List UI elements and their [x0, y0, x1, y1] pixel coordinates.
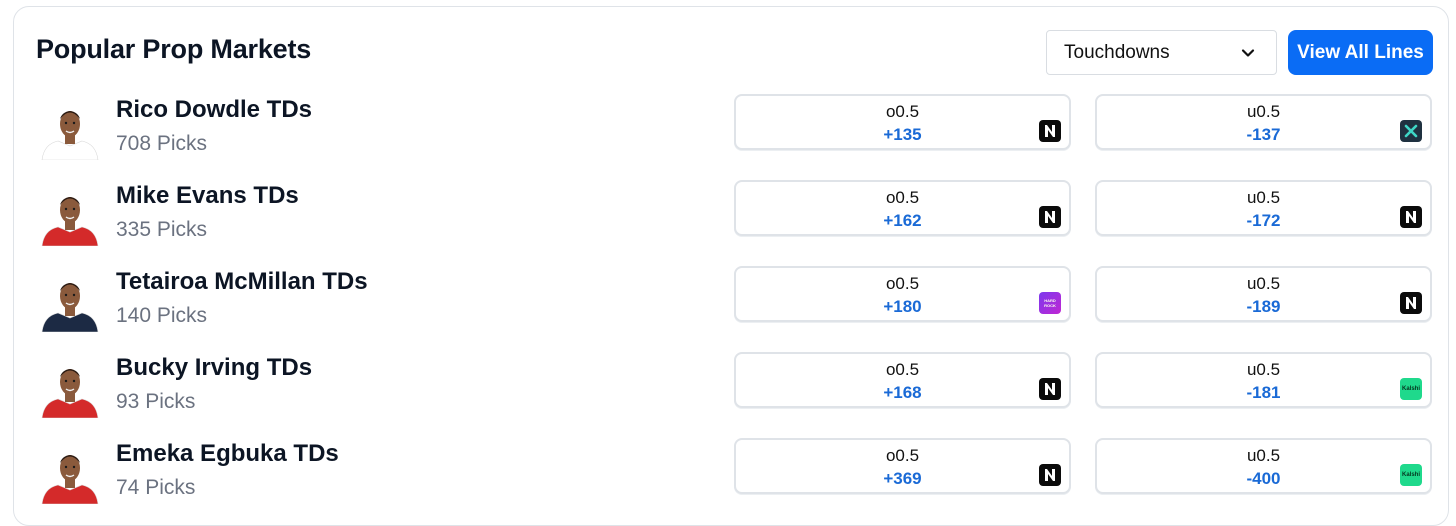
prop-row: Mike Evans TDs 335 Picks o0.5 +162 u0.5 -172	[0, 180, 1456, 266]
under-line: u0.5	[1246, 360, 1281, 379]
prop-row: Rico Dowdle TDs 708 Picks o0.5 +135 u0.5 -137	[0, 94, 1456, 180]
under-line: u0.5	[1246, 102, 1281, 121]
novig-logo	[1400, 292, 1422, 314]
prophet-x-logo	[1400, 120, 1422, 142]
over-odds: +162	[883, 211, 922, 230]
over-bet-button[interactable]: o0.5 +135	[734, 94, 1071, 150]
player-prop-name[interactable]: Bucky Irving TDs	[116, 354, 312, 382]
player-prop-name[interactable]: Mike Evans TDs	[116, 182, 299, 210]
over-bet-button[interactable]: o0.5 +168	[734, 352, 1071, 408]
over-line: o0.5	[885, 274, 920, 293]
under-odds: -189	[1246, 297, 1281, 316]
view-all-lines-button[interactable]: View All Lines	[1288, 30, 1433, 75]
player-headshot	[41, 283, 99, 332]
player-headshot	[41, 197, 99, 246]
over-line: o0.5	[885, 446, 920, 465]
under-odds: -137	[1246, 125, 1281, 144]
player-headshot	[41, 111, 99, 160]
picks-count: 140 Picks	[116, 304, 208, 327]
kalshi-logo: Kalshi	[1400, 378, 1422, 400]
over-bet-button[interactable]: o0.5 +180 HARD ROCK	[734, 266, 1071, 322]
over-odds: +135	[883, 125, 922, 144]
under-odds: -400	[1246, 469, 1281, 488]
under-bet-button[interactable]: u0.5 -172	[1095, 180, 1432, 236]
under-line: u0.5	[1246, 274, 1281, 293]
under-line: u0.5	[1246, 446, 1281, 465]
novig-logo	[1039, 464, 1061, 486]
chevron-down-icon	[1241, 49, 1255, 57]
kalshi-logo: Kalshi	[1400, 464, 1422, 486]
under-bet-button[interactable]: u0.5 -400 Kalshi	[1095, 438, 1432, 494]
player-prop-name[interactable]: Rico Dowdle TDs	[116, 96, 312, 124]
hard-rock-bet-logo: HARD ROCK	[1039, 292, 1061, 314]
under-line: u0.5	[1246, 188, 1281, 207]
over-line: o0.5	[885, 102, 920, 121]
over-bet-button[interactable]: o0.5 +162	[734, 180, 1071, 236]
over-bet-button[interactable]: o0.5 +369	[734, 438, 1071, 494]
prop-row: Emeka Egbuka TDs 74 Picks o0.5 +369 u0.5 -400…	[0, 438, 1456, 524]
under-bet-button[interactable]: u0.5 -181 Kalshi	[1095, 352, 1432, 408]
over-odds: +180	[883, 297, 922, 316]
market-type-select[interactable]: Touchdowns	[1046, 30, 1277, 75]
picks-count: 335 Picks	[116, 218, 208, 241]
novig-logo	[1039, 120, 1061, 142]
section-title: Popular Prop Markets	[36, 34, 312, 64]
novig-logo	[1039, 206, 1061, 228]
player-headshot	[41, 455, 99, 504]
under-odds: -181	[1246, 383, 1281, 402]
prop-row: Bucky Irving TDs 93 Picks o0.5 +168 u0.5 -181…	[0, 352, 1456, 438]
over-odds: +168	[883, 383, 922, 402]
under-bet-button[interactable]: u0.5 -137	[1095, 94, 1432, 150]
player-headshot	[41, 369, 99, 418]
prop-row: Tetairoa McMillan TDs 140 Picks o0.5 +180 HA…	[0, 266, 1456, 352]
player-prop-name[interactable]: Tetairoa McMillan TDs	[116, 268, 368, 296]
under-bet-button[interactable]: u0.5 -189	[1095, 266, 1432, 322]
market-type-value: Touchdowns	[1064, 41, 1170, 63]
picks-count: 93 Picks	[116, 390, 196, 413]
player-prop-name[interactable]: Emeka Egbuka TDs	[116, 440, 339, 468]
picks-count: 74 Picks	[116, 476, 196, 499]
under-odds: -172	[1246, 211, 1281, 230]
picks-count: 708 Picks	[116, 132, 208, 155]
over-line: o0.5	[885, 188, 920, 207]
novig-logo	[1039, 378, 1061, 400]
over-odds: +369	[883, 469, 922, 488]
novig-logo	[1400, 206, 1422, 228]
over-line: o0.5	[885, 360, 920, 379]
